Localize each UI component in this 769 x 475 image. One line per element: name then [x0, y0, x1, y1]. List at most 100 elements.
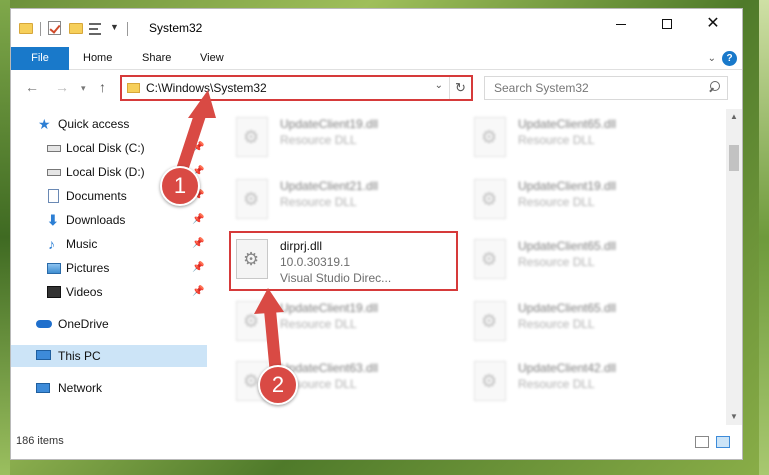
music-icon: ♪: [48, 236, 55, 252]
pin-icon[interactable]: 📌: [192, 142, 204, 153]
scrollbar-thumb[interactable]: [729, 145, 739, 171]
file-description: Resource DLL: [280, 195, 357, 209]
tab-home[interactable]: Home: [83, 47, 112, 70]
nav-item-label: Downloads: [66, 213, 126, 227]
dll-file-icon: [236, 179, 268, 219]
file-description: Resource DLL: [518, 255, 595, 269]
close-button[interactable]: ✕: [690, 9, 736, 39]
address-bar[interactable]: C:\Windows\System32 ⌄ ↻: [120, 75, 473, 101]
back-arrow-icon[interactable]: ←: [25, 79, 39, 95]
dll-file-icon: [474, 361, 506, 401]
minimize-button[interactable]: [598, 9, 644, 39]
annotation-badge-2: 2: [258, 365, 298, 405]
properties-check-icon[interactable]: [48, 21, 61, 35]
dll-file-icon: [474, 179, 506, 219]
pc-icon: [36, 350, 51, 360]
details-view-icon[interactable]: [695, 436, 709, 448]
window-title: System32: [149, 21, 203, 35]
refresh-icon[interactable]: ↻: [449, 77, 471, 99]
file-item[interactable]: UpdateClient65.dll Resource DLL: [469, 111, 694, 167]
file-version: 10.0.30319.1: [280, 255, 351, 269]
videos-icon: [47, 286, 61, 298]
drive-icon: [47, 145, 61, 152]
tab-view[interactable]: View: [200, 47, 224, 70]
tab-file[interactable]: File: [11, 47, 69, 70]
pin-icon[interactable]: 📌: [192, 286, 204, 297]
file-description: Visual Studio Direc...: [280, 271, 392, 285]
nav-item-pictures[interactable]: Pictures 📌: [11, 257, 207, 279]
file-description: Resource DLL: [280, 133, 357, 147]
recent-locations-icon[interactable]: ▾: [81, 83, 86, 94]
search-icon: [707, 80, 721, 94]
pin-icon[interactable]: 📌: [192, 262, 204, 273]
forward-arrow-icon[interactable]: →: [55, 79, 69, 95]
file-description: Resource DLL: [518, 317, 595, 331]
folder-icon: [19, 23, 33, 34]
file-name: UpdateClient65.dll: [518, 239, 617, 253]
desktop-background-right: [759, 0, 769, 475]
file-item[interactable]: UpdateClient19.dll Resource DLL: [231, 295, 456, 351]
nav-item-label: Network: [58, 381, 103, 395]
tab-share[interactable]: Share: [142, 47, 171, 70]
navigation-pane: ★ Quick access Local Disk (C:) 📌 Local D…: [11, 109, 207, 425]
nav-item-label: Local Disk (D:): [66, 165, 145, 179]
nav-item-this-pc[interactable]: This PC: [11, 345, 207, 367]
expand-ribbon-icon[interactable]: ⌄: [708, 53, 716, 64]
file-name: UpdateClient65.dll: [518, 301, 617, 315]
maximize-icon: [662, 19, 672, 29]
pin-icon[interactable]: 📌: [192, 238, 204, 249]
file-name: UpdateClient19.dll: [280, 301, 379, 315]
address-dropdown-icon[interactable]: ⌄: [435, 80, 443, 91]
explorer-window: ▼ System32 ✕ File Home Share View ⌄ ? ← …: [10, 8, 743, 460]
toolbar-separator: [40, 22, 41, 36]
scroll-down-icon[interactable]: ▼: [726, 409, 742, 425]
dll-file-icon: [474, 239, 506, 279]
nav-item-videos[interactable]: Videos 📌: [11, 281, 207, 303]
scroll-up-icon[interactable]: ▲: [726, 109, 742, 125]
dll-file-icon: [236, 117, 268, 157]
nav-item-network[interactable]: Network: [11, 377, 207, 399]
nav-item-local-disk-c[interactable]: Local Disk (C:) 📌: [11, 137, 207, 159]
drive-icon: [47, 169, 61, 176]
file-item[interactable]: UpdateClient65.dll Resource DLL: [469, 233, 694, 289]
downloads-icon: ⬇: [47, 212, 59, 228]
nav-item-music[interactable]: ♪ Music 📌: [11, 233, 207, 255]
help-icon[interactable]: ?: [722, 51, 737, 66]
large-icons-view-icon[interactable]: [716, 436, 730, 448]
file-item[interactable]: UpdateClient65.dll Resource DLL: [469, 295, 694, 351]
customize-toolbar-icon[interactable]: [89, 23, 103, 35]
quick-access-dropdown-icon[interactable]: ▼: [110, 22, 119, 38]
nav-item-label: Pictures: [66, 261, 110, 275]
nav-item-downloads[interactable]: ⬇ Downloads 📌: [11, 209, 207, 231]
file-description: Resource DLL: [518, 195, 595, 209]
file-item[interactable]: UpdateClient21.dll Resource DLL: [231, 173, 456, 229]
maximize-button[interactable]: [644, 9, 690, 39]
desktop-background-left: [0, 0, 10, 475]
status-bar: 186 items: [11, 427, 742, 459]
file-name: UpdateClient63.dll: [280, 361, 379, 375]
onedrive-icon: [36, 320, 52, 328]
file-item-dirprj[interactable]: dirprj.dll 10.0.30319.1 Visual Studio Di…: [229, 231, 458, 291]
file-item[interactable]: UpdateClient19.dll Resource DLL: [231, 111, 456, 167]
pin-icon[interactable]: 📌: [192, 214, 204, 225]
search-input[interactable]: Search System32: [494, 81, 589, 95]
nav-item-label: Music: [66, 237, 98, 251]
up-arrow-icon[interactable]: ↑: [99, 79, 106, 95]
star-icon: ★: [38, 116, 51, 132]
file-name: UpdateClient21.dll: [280, 179, 379, 193]
file-item[interactable]: UpdateClient19.dll Resource DLL: [469, 173, 694, 229]
dll-file-icon: [474, 301, 506, 341]
search-box[interactable]: Search System32: [484, 76, 728, 100]
nav-item-label: Quick access: [58, 117, 130, 131]
file-name: UpdateClient65.dll: [518, 117, 617, 131]
nav-item-onedrive[interactable]: OneDrive: [11, 313, 207, 335]
documents-icon: [48, 189, 59, 203]
address-path[interactable]: C:\Windows\System32: [146, 81, 267, 95]
new-folder-icon[interactable]: [69, 23, 83, 34]
file-item[interactable]: UpdateClient42.dll Resource DLL: [469, 355, 694, 411]
vertical-scrollbar[interactable]: ▲ ▼: [726, 109, 742, 425]
folder-icon: [127, 83, 140, 93]
file-name: UpdateClient19.dll: [280, 117, 379, 131]
nav-item-label: OneDrive: [58, 317, 109, 331]
nav-item-quick-access[interactable]: ★ Quick access: [11, 113, 207, 135]
